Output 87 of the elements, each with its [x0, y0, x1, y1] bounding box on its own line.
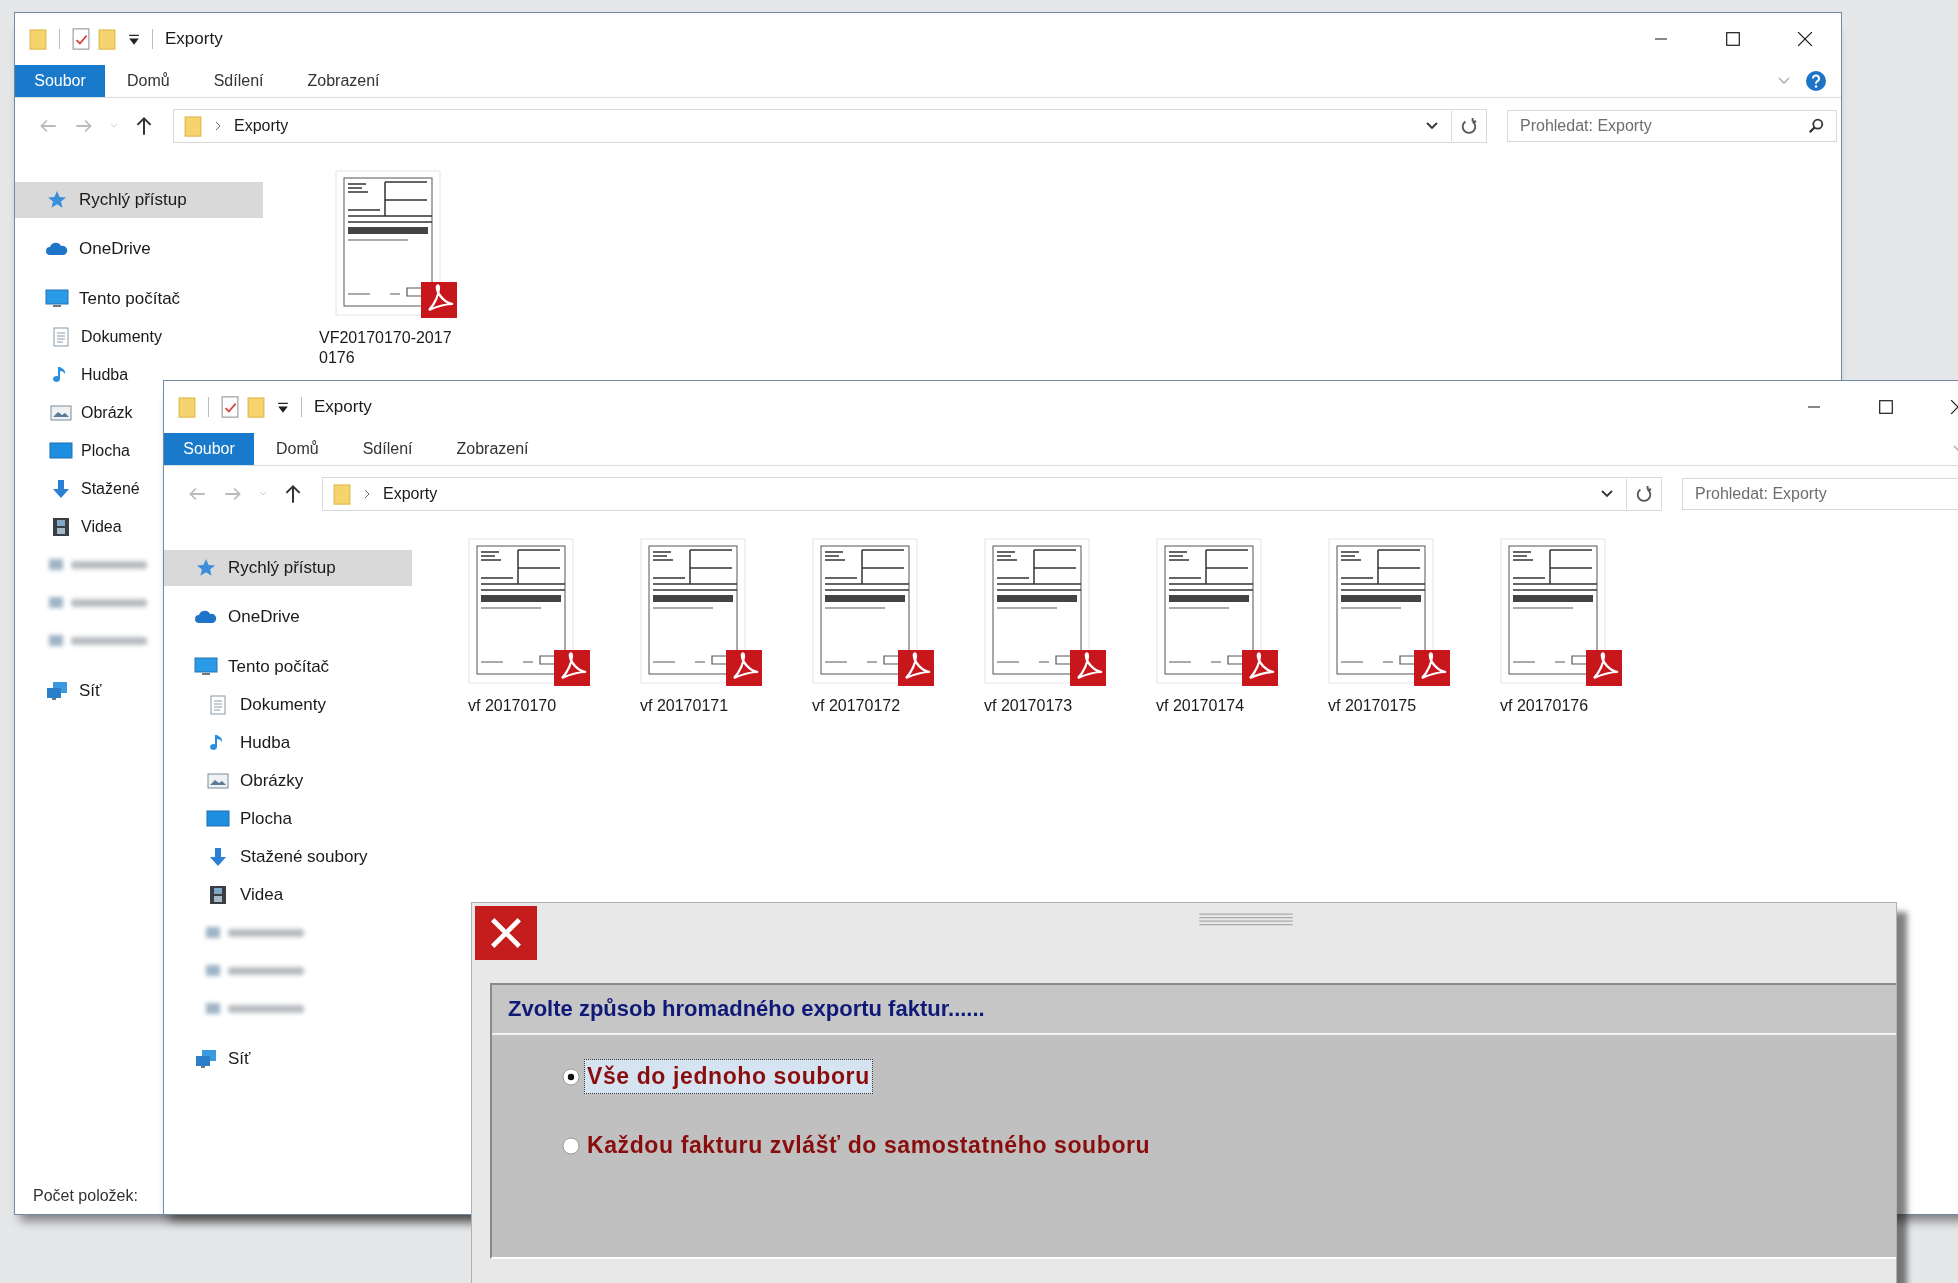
nav-item[interactable]: Plocha: [164, 800, 412, 838]
nav-item[interactable]: Tento počítač: [15, 280, 263, 318]
folder-icon: [333, 482, 351, 506]
option-label[interactable]: Vše do jednoho souboru: [584, 1059, 873, 1094]
search-field[interactable]: Prohledat: Exporty: [1682, 478, 1958, 510]
search-field[interactable]: Prohledat: Exporty: [1507, 110, 1837, 142]
nav-item[interactable]: Dokumenty: [164, 686, 412, 724]
ribbon-tab[interactable]: Soubor: [15, 65, 105, 97]
breadcrumb-chevron-icon[interactable]: [214, 121, 222, 131]
minimize-icon: [1806, 406, 1822, 408]
window-title: Exporty: [314, 397, 372, 417]
picture-icon: [206, 771, 230, 791]
address-bar[interactable]: Exporty: [322, 477, 1662, 511]
nav-item[interactable]: OneDrive: [164, 598, 412, 636]
file-name[interactable]: vf 20170170: [468, 696, 608, 716]
pdf-file-icon[interactable]: [1500, 538, 1624, 688]
star-icon: [45, 190, 69, 210]
nav-item[interactable]: Plocha: [15, 432, 163, 470]
nav-item[interactable]: Tento počítač: [164, 648, 412, 686]
desktop-icon: [49, 441, 73, 461]
status-text: Počet položek:: [32, 1186, 139, 1206]
nav-item[interactable]: Síť: [15, 672, 163, 710]
ribbon-tab[interactable]: Soubor: [164, 433, 254, 465]
window-title: Exporty: [165, 29, 223, 49]
radio-button[interactable]: [562, 1067, 580, 1086]
network-icon: [194, 1049, 218, 1069]
close-button[interactable]: [475, 906, 537, 960]
pdf-file-icon[interactable]: [335, 170, 459, 320]
maximize-icon: [1725, 31, 1741, 47]
pdf-file-icon[interactable]: [1328, 538, 1452, 688]
ribbon-tab[interactable]: Zobrazení: [285, 65, 402, 97]
dialog-heading: Zvolte způsob hromadného exportu faktur......: [492, 985, 1896, 1035]
file-name[interactable]: vf 20170175: [1328, 696, 1468, 716]
picture-icon: [49, 403, 73, 423]
ribbon-tab[interactable]: Domů: [105, 65, 192, 97]
close-icon: [1797, 31, 1813, 47]
file-name[interactable]: vf 20170174: [1156, 696, 1296, 716]
monitor-icon: [194, 657, 218, 677]
nav-item[interactable]: Síť: [164, 1040, 412, 1078]
drag-handle-icon[interactable]: [1196, 913, 1296, 927]
file-name[interactable]: vf 20170176: [1500, 696, 1640, 716]
file-name[interactable]: vf 20170171: [640, 696, 780, 716]
maximize-icon: [1878, 399, 1894, 415]
dropdown-button[interactable]: [1425, 121, 1439, 131]
ribbon-tab[interactable]: Zobrazení: [434, 433, 551, 465]
pdf-file-icon[interactable]: [984, 538, 1108, 688]
nav-item[interactable]: Hudba: [15, 356, 163, 394]
pdf-file-icon[interactable]: [640, 538, 764, 688]
desktop-icon: [206, 809, 230, 829]
nav-item[interactable]: Dokumenty: [15, 318, 163, 356]
nav-item[interactable]: Stažené soubory: [164, 838, 412, 876]
properties-icon[interactable]: [221, 395, 239, 419]
folder-icon: [184, 114, 202, 138]
minimize-icon: [1653, 38, 1669, 40]
pdf-file-icon[interactable]: [812, 538, 936, 688]
star-icon: [194, 558, 218, 578]
pdf-file-icon[interactable]: [468, 538, 592, 688]
breadcrumb-item[interactable]: Exporty: [383, 485, 438, 503]
address-bar[interactable]: Exporty: [173, 109, 1487, 143]
nav-item[interactable]: Hudba: [164, 724, 412, 762]
dropdown-icon[interactable]: [277, 401, 289, 413]
ribbon-tab[interactable]: Sdílení: [340, 433, 435, 465]
dropdown-button[interactable]: [1600, 489, 1614, 499]
ribbon-tab[interactable]: Sdílení: [191, 65, 286, 97]
properties-icon[interactable]: [72, 27, 90, 51]
help-icon[interactable]: [1805, 70, 1827, 92]
pdf-file-icon[interactable]: [1156, 538, 1280, 688]
radio-button[interactable]: [562, 1136, 580, 1155]
nav-item[interactable]: Obrázky: [164, 762, 412, 800]
breadcrumb-item[interactable]: Exporty: [234, 117, 289, 135]
network-icon: [45, 681, 69, 701]
nav-item[interactable]: Rychlý přístup: [15, 182, 263, 218]
option-label[interactable]: Každou fakturu zvlášť do samostatného souboru: [584, 1128, 1154, 1163]
file-name[interactable]: vf 20170172: [812, 696, 952, 716]
breadcrumb-chevron-icon[interactable]: [363, 489, 371, 499]
search-icon[interactable]: [1807, 117, 1825, 135]
nav-item[interactable]: Videa: [15, 508, 163, 546]
nav-item[interactable]: OneDrive: [15, 230, 263, 268]
nav-item[interactable]: Stažené: [15, 470, 163, 508]
monitor-icon: [45, 289, 69, 309]
ribbon-tab[interactable]: Domů: [254, 433, 341, 465]
nav-item[interactable]: Videa: [164, 876, 412, 914]
file-name[interactable]: vf 20170173: [984, 696, 1124, 716]
nav-item[interactable]: Rychlý přístup: [164, 550, 412, 586]
file-name[interactable]: VF20170170-20170176: [319, 328, 459, 368]
nav-item[interactable]: Obrázk: [15, 394, 163, 432]
dropdown-icon[interactable]: [128, 33, 140, 45]
